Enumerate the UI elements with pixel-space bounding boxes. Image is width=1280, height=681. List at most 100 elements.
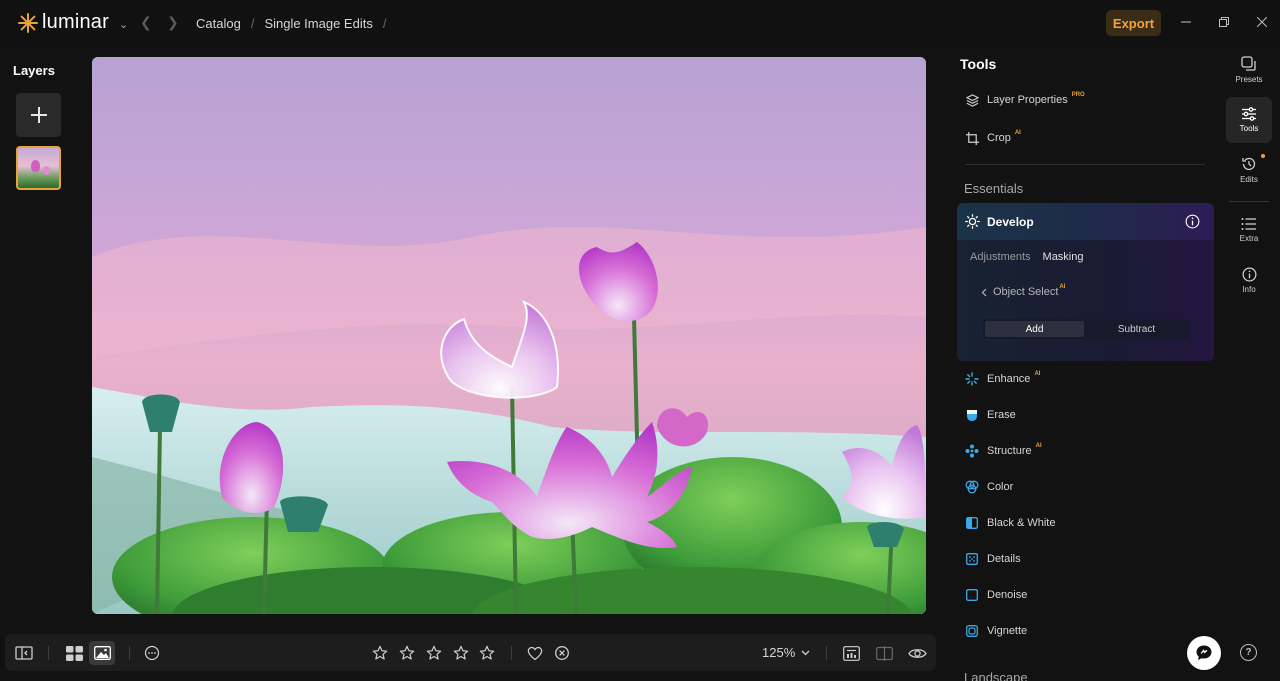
app-logo[interactable]: luminar ⌄ [18, 11, 128, 34]
tool-denoise[interactable]: Denoise [965, 588, 1027, 602]
layer-thumbnail[interactable] [16, 146, 61, 190]
rail-info[interactable]: Info [1226, 267, 1272, 294]
close-icon[interactable] [1252, 12, 1272, 32]
sliders-icon [1242, 107, 1256, 121]
ai-badge: AI [1014, 130, 1021, 136]
tool-enhance[interactable]: Enhance AI [965, 371, 1041, 386]
sun-icon [965, 214, 980, 229]
denoise-icon [965, 588, 979, 602]
sunburst-logo-icon [18, 12, 38, 33]
tool-label: Details [987, 553, 1021, 565]
brand-name: luminar [42, 11, 109, 33]
rail-label: Tools [1239, 124, 1259, 133]
rail-extra[interactable]: Extra [1226, 217, 1272, 243]
image-canvas[interactable] [92, 57, 926, 614]
lotus-photo [92, 57, 926, 614]
ai-badge: AI [1059, 284, 1066, 290]
heart-icon[interactable] [524, 642, 546, 664]
tool-label: Vignette [987, 625, 1028, 637]
enhance-icon [965, 372, 979, 386]
export-button[interactable]: Export [1106, 10, 1161, 36]
rail-edits[interactable]: Edits [1226, 156, 1272, 184]
forward-arrow-icon[interactable]: ❯ [167, 14, 179, 31]
tool-vignette[interactable]: Vignette [965, 624, 1027, 638]
tool-details[interactable]: Details [965, 552, 1021, 566]
rail-presets[interactable]: Presets [1226, 56, 1272, 84]
star-icon[interactable] [369, 642, 391, 664]
zoom-dropdown[interactable]: 125% [762, 645, 810, 660]
star-icon[interactable] [396, 642, 418, 664]
histogram-icon[interactable] [840, 642, 862, 664]
compare-icon[interactable] [873, 642, 895, 664]
more-options-icon[interactable] [141, 642, 163, 664]
develop-tool-panel: Develop Adjustments Masking Object Selec… [957, 203, 1214, 361]
eye-icon[interactable] [906, 642, 928, 664]
add-layer-button[interactable] [16, 93, 61, 137]
develop-tabs: Adjustments Masking [970, 251, 1084, 263]
single-image-icon[interactable] [89, 641, 115, 665]
erase-icon [965, 408, 979, 422]
toolbar-divider [48, 646, 49, 660]
tab-masking[interactable]: Masking [1043, 251, 1084, 263]
tool-label: Enhance [987, 373, 1031, 385]
tool-label: Erase [987, 409, 1016, 421]
tab-adjustments[interactable]: Adjustments [970, 251, 1031, 263]
restore-icon[interactable] [1214, 12, 1234, 32]
black-white-icon [965, 516, 979, 530]
rail-divider [1229, 201, 1269, 202]
chevron-down-icon [801, 650, 810, 655]
star-icon[interactable] [423, 642, 445, 664]
tool-erase[interactable]: Erase [965, 408, 1016, 422]
info-icon[interactable] [1185, 214, 1200, 229]
chat-assistant-button[interactable] [1187, 636, 1221, 670]
breadcrumb-separator: / [250, 16, 255, 31]
help-icon[interactable]: ? [1240, 644, 1257, 661]
bottom-toolbar: 125% [5, 634, 936, 671]
ai-badge: AI [1034, 371, 1041, 377]
plus-icon [30, 107, 47, 123]
history-icon [1242, 157, 1256, 171]
breadcrumb-catalog[interactable]: Catalog [196, 16, 241, 31]
minimize-icon[interactable] [1176, 12, 1196, 32]
pro-badge: PRO [1071, 92, 1085, 98]
rail-tools[interactable]: Tools [1226, 97, 1272, 143]
sidebar-toggle-icon[interactable] [13, 642, 35, 664]
object-select-back[interactable]: Object Select AI [981, 284, 1066, 298]
color-icon [965, 480, 979, 494]
chat-icon [1196, 645, 1212, 660]
tool-label: Layer Properties [987, 94, 1068, 106]
toolbar-divider [511, 646, 512, 660]
reject-icon[interactable] [551, 642, 573, 664]
details-icon [965, 552, 979, 566]
tool-label: Black & White [987, 517, 1056, 529]
tool-label: Structure [987, 445, 1032, 457]
vignette-icon [965, 624, 979, 638]
rail-label: Edits [1240, 175, 1258, 184]
breadcrumb-single-image-edits[interactable]: Single Image Edits [264, 16, 372, 31]
essentials-section-title: Essentials [964, 181, 1024, 196]
tool-label: Crop [987, 132, 1011, 144]
section-divider [965, 164, 1205, 165]
toolbar-divider [129, 646, 130, 660]
develop-label: Develop [987, 215, 1034, 229]
star-icon[interactable] [450, 642, 472, 664]
tool-structure[interactable]: Structure AI [965, 443, 1042, 458]
edits-notification-dot [1261, 154, 1265, 158]
tool-black-white[interactable]: Black & White [965, 516, 1055, 530]
back-arrow-icon[interactable]: ❮ [140, 14, 152, 31]
add-subtract-toggle: Add Subtract [983, 319, 1189, 339]
subtract-mask-button[interactable]: Subtract [1086, 321, 1187, 337]
tool-color[interactable]: Color [965, 480, 1013, 494]
tool-layer-properties[interactable]: Layer Properties PRO [965, 92, 1085, 107]
object-select-label: Object Select [993, 286, 1059, 298]
tool-crop[interactable]: Crop AI [965, 130, 1021, 145]
presets-icon [1241, 56, 1256, 71]
develop-header[interactable]: Develop [957, 203, 1214, 240]
rail-label: Presets [1235, 75, 1263, 84]
list-icon [1241, 218, 1256, 230]
add-mask-button[interactable]: Add [985, 321, 1084, 337]
layers-title: Layers [13, 63, 55, 78]
grid-view-icon[interactable] [63, 642, 85, 664]
tool-label: Denoise [987, 589, 1028, 601]
star-icon[interactable] [476, 642, 498, 664]
